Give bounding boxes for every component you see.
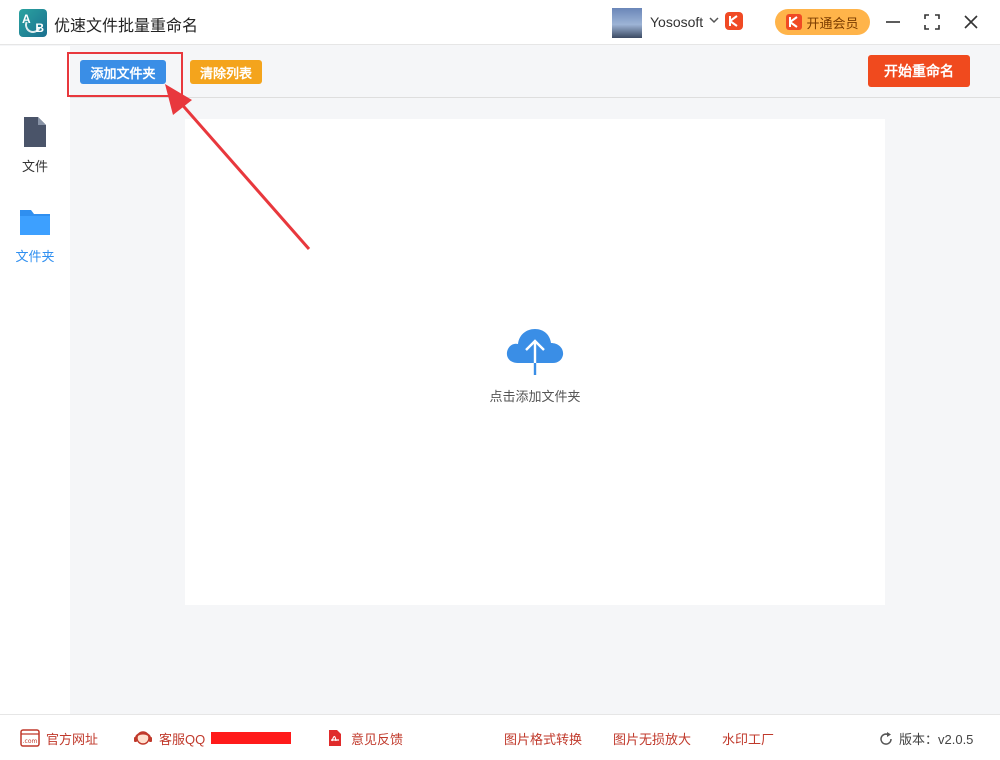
- watermark-link[interactable]: 水印工厂: [722, 729, 774, 747]
- image-enlarge-link[interactable]: 图片无损放大: [613, 729, 691, 747]
- minimize-icon[interactable]: [882, 11, 904, 33]
- drop-zone[interactable]: 点击添加文件夹: [185, 119, 885, 605]
- open-vip-button[interactable]: 开通会员: [775, 9, 870, 35]
- official-website-link[interactable]: .com 官方网址: [20, 729, 98, 747]
- open-vip-label: 开通会员: [806, 15, 859, 31]
- official-website-label: 官方网址: [46, 731, 99, 747]
- sidebar-item-label: 文件夹: [15, 249, 55, 264]
- user-name[interactable]: Yososoft: [650, 14, 703, 30]
- footer-bar: .com 官方网址 客服QQ 意见反馈 图片格式转换 图片无损放大 水印工厂 版…: [0, 714, 1000, 760]
- website-icon-text: .com: [23, 738, 38, 745]
- pdf-feedback-icon: [329, 730, 341, 746]
- sidebar-item-file[interactable]: 文件: [0, 116, 70, 186]
- chevron-down-icon[interactable]: [709, 15, 719, 25]
- feedback-link[interactable]: 意见反馈: [325, 729, 403, 747]
- image-convert-link[interactable]: 图片格式转换: [504, 729, 582, 747]
- service-qq-link[interactable]: 客服QQ: [133, 729, 292, 747]
- vip-icon: [786, 14, 803, 30]
- toolbar: 添加文件夹 清除列表 开始重命名: [70, 46, 1000, 98]
- folder-icon: [20, 210, 50, 235]
- service-qq-label: 客服QQ: [159, 731, 206, 747]
- title-bar: A B 优速文件批量重命名 Yososoft 开通会员: [0, 0, 1000, 45]
- maximize-icon[interactable]: [921, 11, 943, 33]
- sidebar-item-folder[interactable]: 文件夹: [0, 206, 70, 276]
- drop-hint-text: 点击添加文件夹: [489, 389, 581, 404]
- file-icon: [24, 117, 46, 147]
- redacted-qq-number: [211, 732, 292, 744]
- start-rename-button[interactable]: 开始重命名: [868, 55, 970, 87]
- app-title: 优速文件批量重命名: [54, 18, 199, 35]
- logo-letter-b: B: [35, 21, 44, 35]
- cloud-upload-icon: [506, 329, 564, 375]
- app-logo: A B: [19, 9, 47, 37]
- close-icon[interactable]: [960, 11, 982, 33]
- version-label: 版本：v2.0.5: [899, 732, 974, 747]
- refresh-icon: [880, 731, 892, 745]
- website-icon: .com: [20, 729, 40, 747]
- sidebar-item-label: 文件: [21, 159, 48, 174]
- vip-badge-icon: [725, 12, 743, 30]
- sidebar: 文件 文件夹: [0, 46, 70, 714]
- version-info[interactable]: 版本：v2.0.5: [878, 729, 973, 748]
- clear-list-button[interactable]: 清除列表: [190, 60, 262, 84]
- feedback-label: 意见反馈: [351, 731, 404, 747]
- user-avatar[interactable]: [612, 8, 642, 38]
- annotation-highlight-box: [67, 52, 183, 97]
- customer-service-icon: [134, 731, 152, 745]
